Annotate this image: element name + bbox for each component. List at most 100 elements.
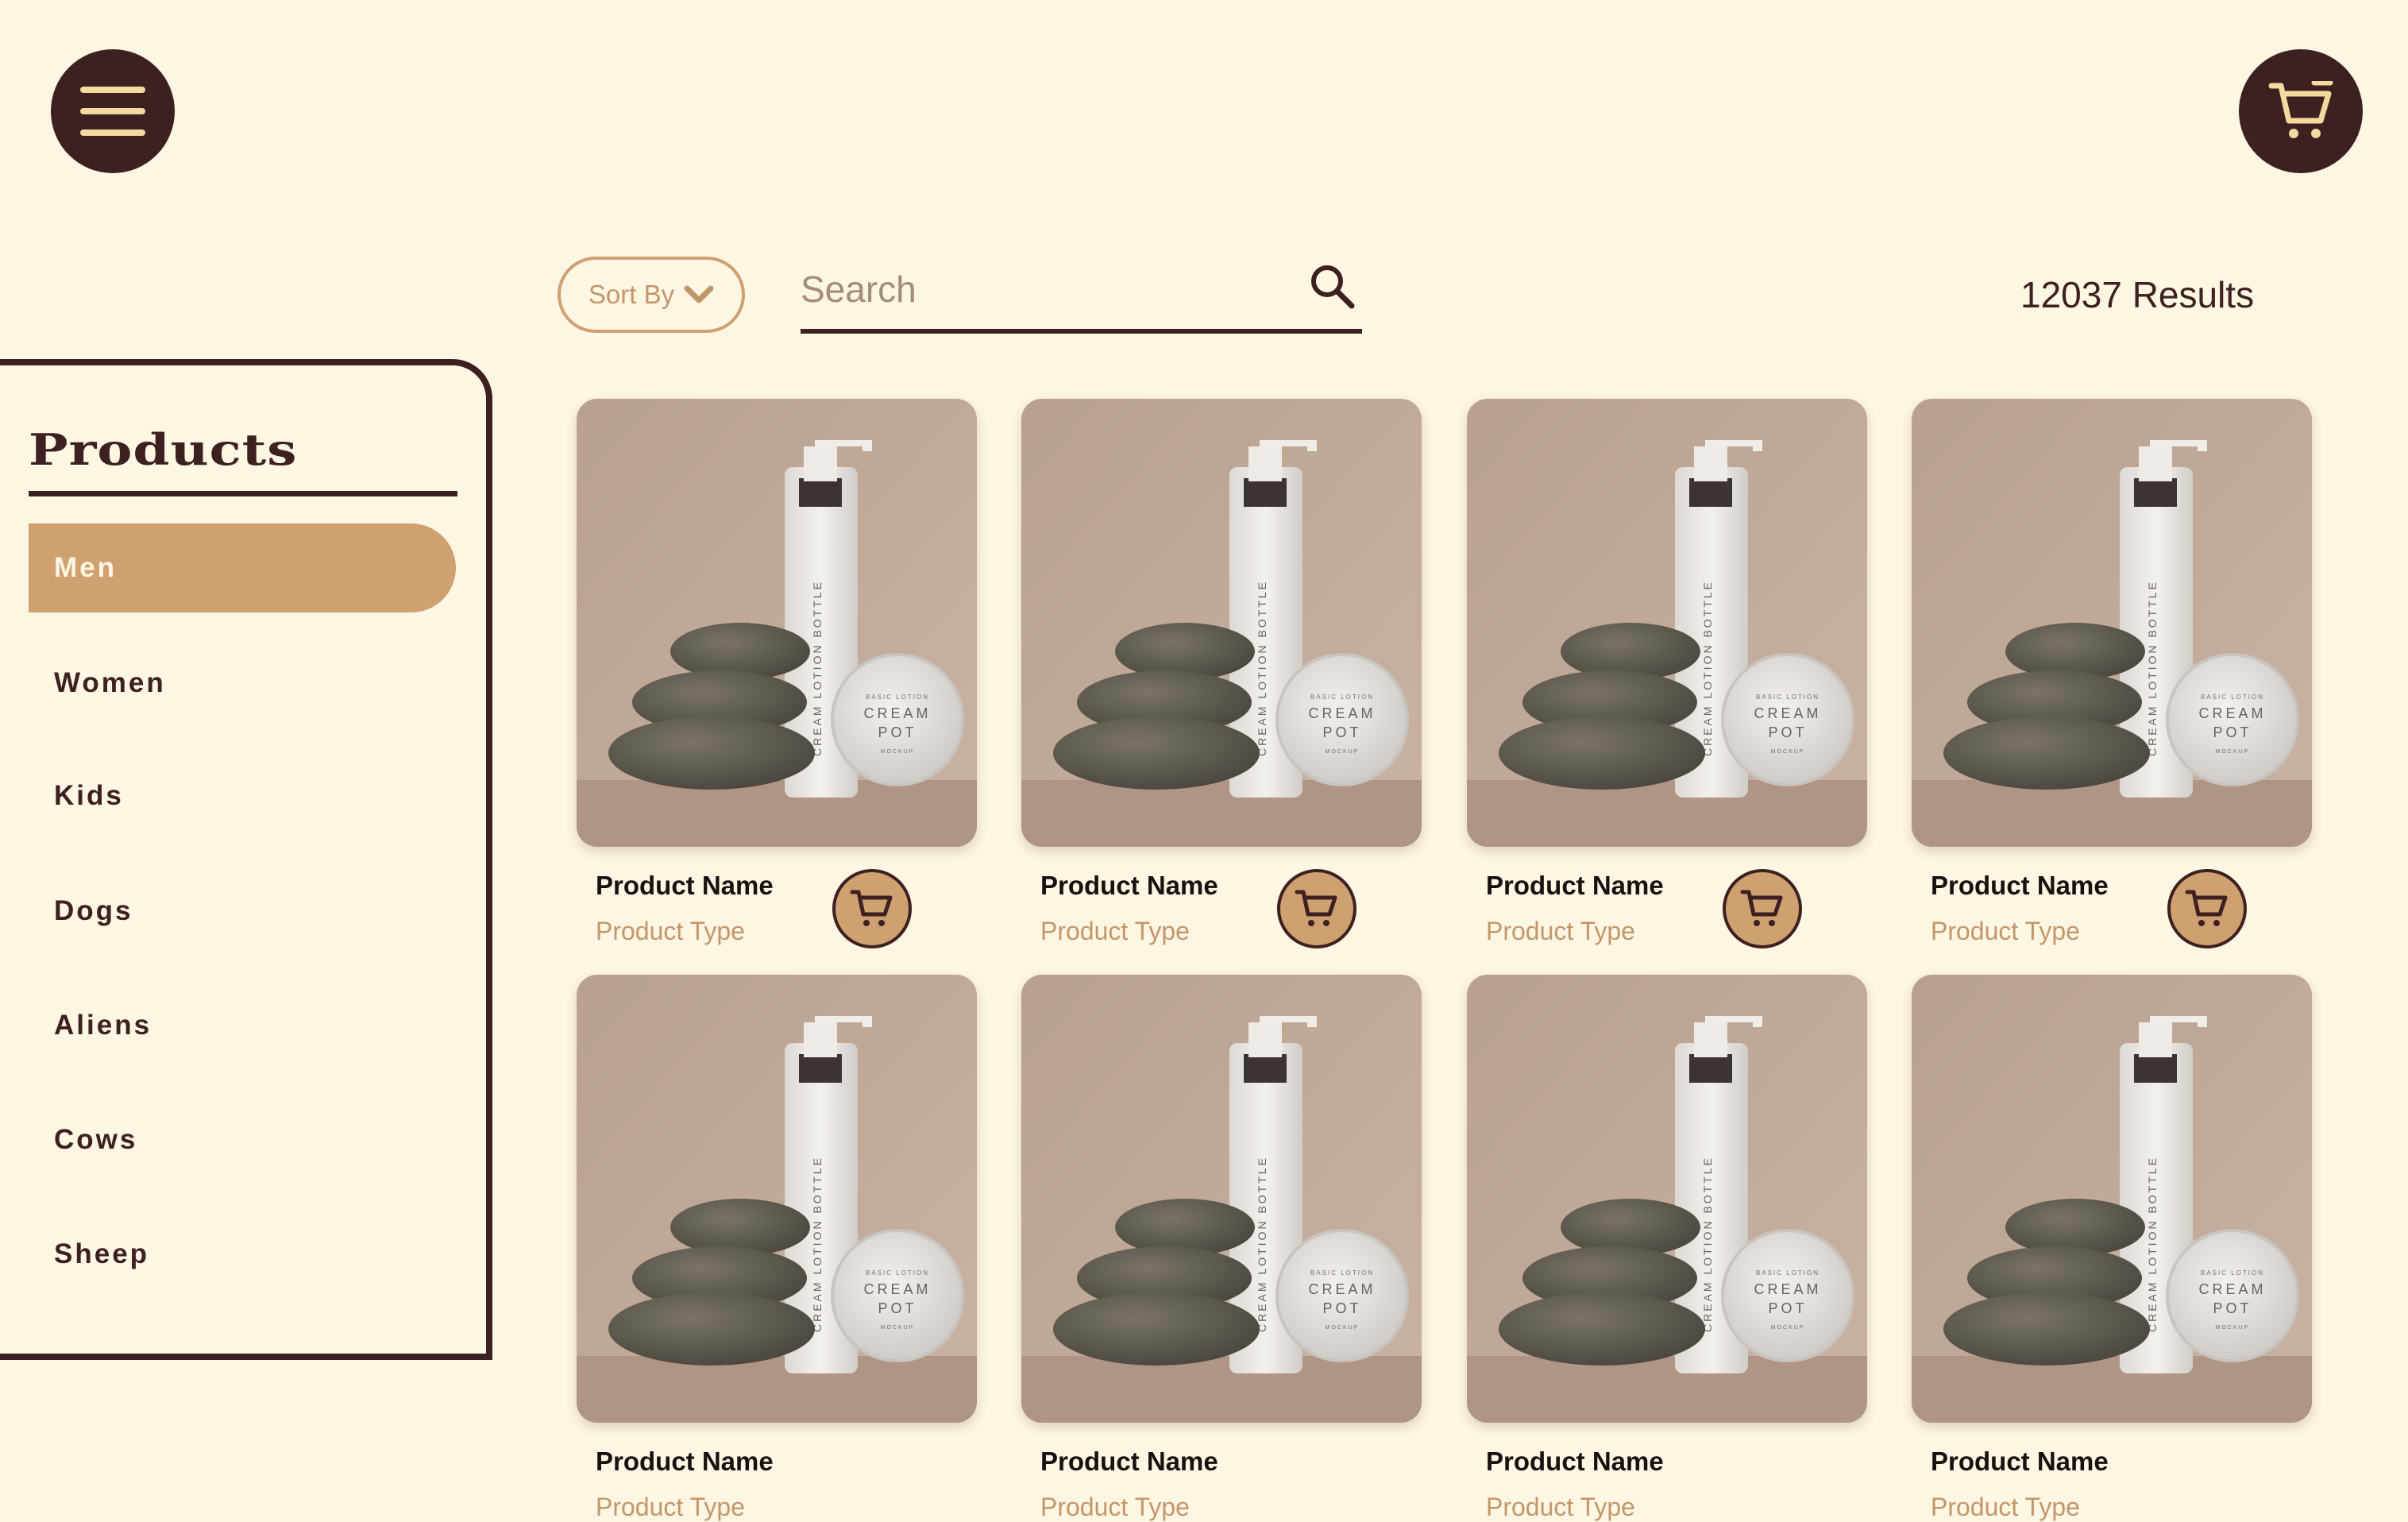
category-label: Aliens: [54, 1010, 152, 1041]
pot-label-bottom: MOCKUP: [2216, 749, 2250, 755]
sort-by-button[interactable]: Sort By: [558, 257, 745, 333]
product-name[interactable]: Product Name: [1486, 871, 1664, 901]
product-card[interactable]: CREAM LOTION BOTTLE BASIC LOTION CREAM P…: [1021, 975, 1422, 1521]
product-card[interactable]: CREAM LOTION BOTTLE BASIC LOTION CREAM P…: [577, 399, 977, 948]
pot-label-line2: POT: [1322, 1300, 1361, 1316]
add-to-cart-button[interactable]: [832, 869, 912, 948]
product-card[interactable]: CREAM LOTION BOTTLE BASIC LOTION CREAM P…: [1467, 975, 1867, 1521]
pot-label-top: BASIC LOTION: [1310, 693, 1374, 701]
pot-label-bottom: MOCKUP: [881, 1325, 915, 1331]
add-to-cart-button[interactable]: [2167, 869, 2247, 948]
category-kids[interactable]: Kids: [29, 751, 456, 840]
product-name[interactable]: Product Name: [1931, 1447, 2109, 1477]
product-image[interactable]: CREAM LOTION BOTTLE BASIC LOTION CREAM P…: [1912, 399, 2312, 847]
search-input[interactable]: [801, 254, 1309, 324]
product-type: Product Type: [1931, 917, 2080, 945]
category-cows[interactable]: Cows: [29, 1095, 456, 1184]
product-type: Product Type: [1040, 1493, 1190, 1521]
pot-label-line2: POT: [1768, 724, 1807, 740]
sort-by-label: Sort By: [588, 280, 675, 309]
chevron-down-icon: [684, 285, 714, 303]
shopping-cart-icon: [2185, 890, 2228, 926]
pot-label-line1: CREAM: [2198, 1281, 2266, 1297]
results-count: 12037 Results: [2020, 274, 2255, 315]
pot-label-line2: POT: [1322, 724, 1361, 740]
search-bar: [801, 254, 1362, 334]
pot-label-bottom: MOCKUP: [1326, 1325, 1360, 1331]
product-type: Product Type: [1486, 1493, 1635, 1521]
search-icon[interactable]: [1310, 264, 1356, 310]
product-card[interactable]: CREAM LOTION BOTTLE BASIC LOTION CREAM P…: [1912, 399, 2312, 948]
category-aliens[interactable]: Aliens: [29, 981, 456, 1070]
shopping-cart-icon: [1295, 890, 1337, 926]
product-card[interactable]: CREAM LOTION BOTTLE BASIC LOTION CREAM P…: [1467, 399, 1867, 948]
pot-label-bottom: MOCKUP: [2216, 1325, 2250, 1331]
product-name[interactable]: Product Name: [1040, 871, 1218, 901]
pot-label-line1: CREAM: [2198, 705, 2266, 721]
product-type: Product Type: [596, 917, 745, 945]
category-women[interactable]: Women: [29, 639, 456, 728]
category-label: Kids: [54, 780, 124, 811]
shopping-cart-icon: [850, 890, 893, 926]
product-name[interactable]: Product Name: [1931, 871, 2109, 901]
pot-label-line1: CREAM: [1754, 1281, 1821, 1297]
product-type: Product Type: [596, 1493, 745, 1521]
pot-label-top: BASIC LOTION: [866, 1269, 929, 1277]
hamburger-menu-icon: [80, 87, 145, 136]
pot-label-line2: POT: [878, 724, 917, 740]
pot-label-line2: POT: [878, 1300, 917, 1316]
menu-button[interactable]: [51, 49, 175, 173]
pot-label-line1: CREAM: [1308, 705, 1376, 721]
product-image[interactable]: CREAM LOTION BOTTLE BASIC LOTION CREAM P…: [577, 399, 977, 847]
product-type: Product Type: [1931, 1493, 2080, 1521]
category-sheep[interactable]: Sheep: [29, 1210, 456, 1299]
add-to-cart-button[interactable]: [1723, 869, 1802, 948]
product-name[interactable]: Product Name: [1040, 1447, 1218, 1477]
category-label: Women: [54, 667, 166, 698]
product-image[interactable]: CREAM LOTION BOTTLE BASIC LOTION CREAM P…: [1467, 399, 1867, 847]
category-men[interactable]: Men: [29, 523, 456, 612]
product-name[interactable]: Product Name: [1486, 1447, 1664, 1477]
product-type: Product Type: [1040, 917, 1190, 945]
sidebar-title: Products: [29, 424, 298, 475]
category-dogs[interactable]: Dogs: [29, 867, 456, 956]
pot-label-line1: CREAM: [863, 705, 931, 721]
product-image[interactable]: CREAM LOTION BOTTLE BASIC LOTION CREAM P…: [1912, 975, 2312, 1423]
product-card[interactable]: CREAM LOTION BOTTLE BASIC LOTION CREAM P…: [1912, 975, 2312, 1521]
category-label: Dogs: [54, 895, 133, 926]
shopping-cart-icon: [2268, 81, 2333, 138]
category-label: Cows: [54, 1124, 138, 1155]
product-name[interactable]: Product Name: [596, 1447, 774, 1477]
pot-label-top: BASIC LOTION: [866, 693, 929, 701]
pot-label-top: BASIC LOTION: [1756, 1269, 1820, 1277]
pot-label-line2: POT: [2213, 1300, 2252, 1316]
pot-label-bottom: MOCKUP: [1771, 749, 1805, 755]
product-image[interactable]: CREAM LOTION BOTTLE BASIC LOTION CREAM P…: [1021, 399, 1422, 847]
pot-label-top: BASIC LOTION: [1756, 693, 1820, 701]
bottle-label-text: CREAM LOTION BOTTLE: [1701, 580, 1714, 756]
add-to-cart-button[interactable]: [1277, 869, 1356, 948]
pot-label-top: BASIC LOTION: [1310, 1269, 1374, 1277]
pot-label-line1: CREAM: [1754, 705, 1821, 721]
cart-button[interactable]: [2239, 49, 2363, 173]
pot-label-top: BASIC LOTION: [2201, 1269, 2264, 1277]
product-image[interactable]: CREAM LOTION BOTTLE BASIC LOTION CREAM P…: [1467, 975, 1867, 1423]
shopping-cart-icon: [1740, 890, 1783, 926]
pot-label-bottom: MOCKUP: [881, 749, 915, 755]
product-card[interactable]: CREAM LOTION BOTTLE BASIC LOTION CREAM P…: [577, 975, 977, 1521]
product-image[interactable]: CREAM LOTION BOTTLE BASIC LOTION CREAM P…: [577, 975, 977, 1423]
pot-label-bottom: MOCKUP: [1771, 1325, 1805, 1331]
bottle-label-text: CREAM LOTION BOTTLE: [811, 580, 824, 756]
category-label: Sheep: [54, 1238, 150, 1269]
pot-label-line2: POT: [2213, 724, 2252, 740]
sidebar-title-divider: [29, 491, 457, 496]
product-card[interactable]: CREAM LOTION BOTTLE BASIC LOTION CREAM P…: [1021, 399, 1422, 948]
pot-label-line1: CREAM: [1308, 1281, 1376, 1297]
pot-label-line1: CREAM: [863, 1281, 931, 1297]
pot-label-line2: POT: [1768, 1300, 1807, 1316]
product-type: Product Type: [1486, 917, 1635, 945]
product-image[interactable]: CREAM LOTION BOTTLE BASIC LOTION CREAM P…: [1021, 975, 1422, 1423]
bottle-label-text: CREAM LOTION BOTTLE: [1256, 580, 1268, 756]
pot-label-top: BASIC LOTION: [2201, 693, 2264, 701]
product-name[interactable]: Product Name: [596, 871, 774, 901]
